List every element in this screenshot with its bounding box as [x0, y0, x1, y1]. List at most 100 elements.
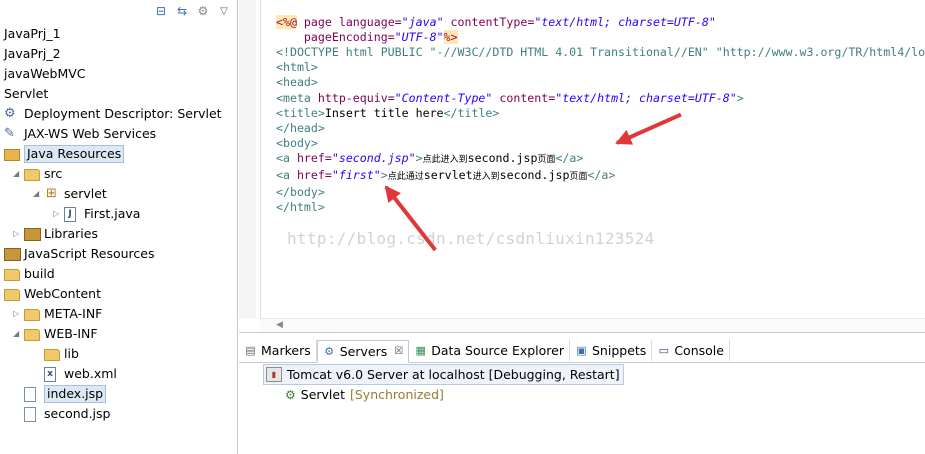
- tab-markers[interactable]: ▤ Markers: [239, 340, 317, 361]
- code-line-9: <body>: [276, 135, 318, 150]
- code-line-2: pageEncoding="UTF-8"%>: [276, 30, 458, 45]
- java-file-icon: J: [64, 207, 76, 222]
- server-module[interactable]: ⚙ Servlet [Synchronized]: [285, 385, 444, 404]
- tree-item-label: WebContent: [24, 286, 101, 301]
- tree-item-label: web.xml: [64, 366, 117, 381]
- horizontal-scrollbar[interactable]: ◀: [260, 318, 925, 332]
- tree-item[interactable]: Java Resources: [0, 144, 237, 164]
- tree-item-label: JAX-WS Web Services: [24, 126, 157, 141]
- tree-item-label: Servlet: [4, 86, 49, 101]
- collapse-all-icon[interactable]: ⊟: [154, 4, 168, 18]
- code-line-7: <title>Insert title here</title>: [276, 105, 500, 120]
- tree-item-label: lib: [64, 346, 79, 361]
- tree-item[interactable]: lib: [0, 344, 237, 364]
- tree-item-label: Java Resources: [24, 145, 125, 163]
- tree-item[interactable]: JavaPrj_1: [0, 24, 237, 44]
- code-line-11: <a href="first">点此通过servlet进入到second.jsp…: [276, 168, 616, 183]
- tree-item-label: JavaPrj_1: [4, 26, 61, 41]
- code-area[interactable]: <%@ page language="java" contentType="te…: [276, 0, 925, 215]
- tree-item[interactable]: index.jsp: [0, 384, 237, 404]
- tree-item[interactable]: javaWebMVC: [0, 64, 237, 84]
- tree-item-label: javaWebMVC: [4, 66, 86, 81]
- tree-item[interactable]: ◢ WEB-INF: [0, 324, 237, 344]
- project-tree: JavaPrj_1 JavaPrj_2 javaWebMVC Servlet ⚙ Depl…: [0, 24, 237, 424]
- server-label: Tomcat v6.0 Server at localhost [Debuggi…: [287, 367, 620, 382]
- tree-item[interactable]: ◢ ⊞ servlet: [0, 184, 237, 204]
- tree-item-label: JavaPrj_2: [4, 46, 61, 61]
- tree-item[interactable]: JavaPrj_2: [0, 44, 237, 64]
- watermark: http://blog.csdn.net/csdnliuxin123524: [287, 229, 655, 248]
- chevron-down-icon[interactable]: ▽: [217, 4, 231, 18]
- link-with-editor-icon[interactable]: ⇆: [175, 4, 189, 18]
- code-line-13: </html>: [276, 200, 325, 215]
- tab-label: Markers: [261, 343, 311, 358]
- markers-icon: ▤: [245, 343, 256, 357]
- tree-item-label: Deployment Descriptor: Servlet: [24, 106, 222, 121]
- tab-console[interactable]: ▭ Console: [652, 340, 730, 361]
- folder-icon: [24, 329, 40, 341]
- tree-item[interactable]: x web.xml: [0, 364, 237, 384]
- tree-item[interactable]: ▷ META-INF: [0, 304, 237, 324]
- code-line-3: <!DOCTYPE html PUBLIC "-//W3C//DTD HTML …: [276, 45, 925, 60]
- tree-item-label: build: [24, 266, 55, 281]
- deployment-descriptor-icon: ⚙: [4, 106, 16, 121]
- expanded-twisty-icon[interactable]: ◢: [33, 184, 43, 204]
- jsp-editor[interactable]: <%@ page language="java" contentType="te…: [239, 0, 925, 333]
- expanded-twisty-icon[interactable]: ◢: [13, 164, 23, 184]
- folder-icon: [24, 309, 40, 321]
- project-explorer: ⊟ ⇆ ⚙ ▽ JavaPrj_1 JavaPrj_2 javaWebMVC Serv…: [0, 0, 238, 454]
- tree-item[interactable]: second.jsp: [0, 404, 237, 424]
- tree-item-label: First.java: [84, 206, 141, 221]
- close-icon[interactable]: ☒: [394, 346, 403, 357]
- tree-item[interactable]: ▷ Libraries: [0, 224, 237, 244]
- collapsed-twisty-icon[interactable]: ▷: [13, 304, 23, 324]
- folder-icon: [4, 269, 20, 281]
- tree-item[interactable]: JavaScript Resources: [0, 244, 237, 264]
- web-services-icon: ✎: [4, 126, 15, 141]
- data-source-icon: ▦: [415, 343, 426, 357]
- explorer-toolbar: ⊟ ⇆ ⚙ ▽: [0, 0, 237, 22]
- tab-servers[interactable]: ⚙ Servers ☒: [316, 340, 410, 363]
- code-line-10: <a href="second.jsp">点此进入到second.jsp页面</…: [276, 150, 584, 165]
- tab-label: Snippets: [592, 343, 647, 358]
- code-line-1: <%@ page language="java" contentType="te…: [276, 15, 716, 30]
- tab-label: Servers: [339, 344, 388, 359]
- tab-label: Console: [674, 343, 724, 358]
- tree-item[interactable]: ✎ JAX-WS Web Services: [0, 124, 237, 144]
- tree-item[interactable]: Servlet: [0, 84, 237, 104]
- bottom-panel: ▤ Markers ⚙ Servers ☒ ▦ Data Source Explorer ▣ S…: [239, 337, 925, 454]
- tab-data-source-explorer[interactable]: ▦ Data Source Explorer: [409, 340, 570, 361]
- folder-icon: [4, 289, 20, 301]
- tab-snippets[interactable]: ▣ Snippets: [570, 340, 653, 361]
- tree-item-label: WEB-INF: [44, 326, 98, 341]
- javascript-resources-icon: [4, 248, 21, 261]
- module-icon: ⚙: [285, 387, 296, 402]
- tree-item[interactable]: ⚙ Deployment Descriptor: Servlet: [0, 104, 237, 124]
- tree-item-label: META-INF: [44, 306, 103, 321]
- expanded-twisty-icon[interactable]: ◢: [13, 324, 23, 344]
- collapsed-twisty-icon[interactable]: ▷: [53, 204, 63, 224]
- code-line-12: </body>: [276, 185, 325, 200]
- tree-item[interactable]: WebContent: [0, 284, 237, 304]
- code-line-4: <html>: [276, 60, 318, 75]
- source-folder-icon: [24, 169, 40, 181]
- tree-item-label: JavaScript Resources: [24, 246, 155, 261]
- bottom-tabs: ▤ Markers ⚙ Servers ☒ ▦ Data Source Explorer ▣ S…: [239, 340, 925, 363]
- code-line-5: <head>: [276, 75, 318, 90]
- tree-item[interactable]: build: [0, 264, 237, 284]
- jsp-file-icon: [24, 407, 36, 422]
- view-menu-icon[interactable]: ⚙: [196, 4, 210, 18]
- scroll-left-icon[interactable]: ◀: [276, 320, 283, 330]
- tree-item[interactable]: ▷ J First.java: [0, 204, 237, 224]
- snippets-icon: ▣: [576, 343, 587, 357]
- server-entry[interactable]: ▮ Tomcat v6.0 Server at localhost [Debug…: [263, 364, 624, 385]
- servers-icon: ⚙: [324, 344, 335, 358]
- tree-item[interactable]: ◢ src: [0, 164, 237, 184]
- collapsed-twisty-icon[interactable]: ▷: [13, 224, 23, 244]
- code-line-6: <meta http-equiv="Content-Type" content=…: [276, 90, 744, 105]
- editor-ruler: [256, 0, 261, 318]
- console-icon: ▭: [658, 343, 670, 357]
- jsp-file-icon: [24, 387, 36, 402]
- tab-label: Data Source Explorer: [431, 343, 564, 358]
- editor-gutter: [239, 0, 256, 318]
